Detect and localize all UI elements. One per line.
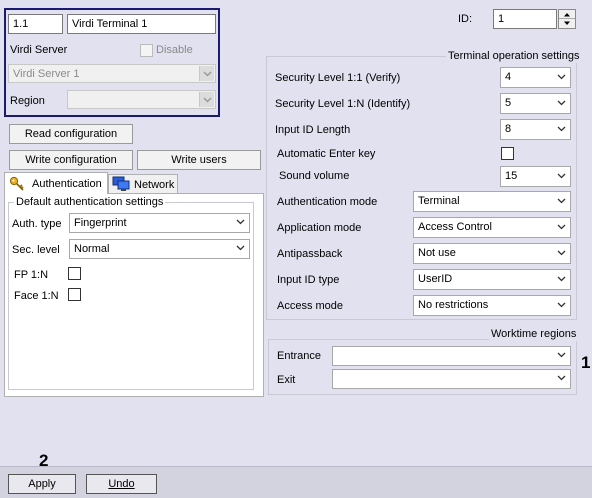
input-id-length-label: Input ID Length <box>275 124 351 136</box>
chevron-down-icon <box>236 217 245 226</box>
id-label: ID: <box>458 13 473 25</box>
application-mode-label: Application mode <box>277 222 362 234</box>
authentication-mode-value: Terminal <box>418 195 460 207</box>
antipassback-label: Antipassback <box>277 248 343 260</box>
sec-level-label: Sec. level <box>12 244 60 256</box>
terminal-name-field[interactable]: Virdi Terminal 1 <box>67 14 216 34</box>
authentication-mode-label: Authentication mode <box>277 196 378 208</box>
auth-type-value: Fingerprint <box>74 217 127 229</box>
face-1n-checkbox[interactable] <box>68 288 81 301</box>
server-label: Virdi Server <box>10 44 68 56</box>
sec-level-value: Normal <box>74 243 110 255</box>
id-spinner-buttons[interactable] <box>558 9 576 29</box>
apply-button[interactable]: Apply <box>8 474 76 494</box>
auth-type-label: Auth. type <box>12 218 62 230</box>
chevron-down-icon <box>557 98 566 107</box>
entrance-select[interactable] <box>332 346 571 366</box>
face-1n-label: Face 1:N <box>14 290 59 302</box>
access-mode-value: No restrictions <box>418 299 489 311</box>
sound-volume-label: Sound volume <box>279 170 350 182</box>
chevron-down-icon <box>557 248 566 257</box>
server-select-value: Virdi Server 1 <box>13 68 80 80</box>
chevron-down-icon <box>557 350 566 359</box>
input-id-length-value: 8 <box>505 123 512 135</box>
exit-select[interactable] <box>332 369 571 389</box>
application-mode-select[interactable]: Access Control <box>413 217 571 238</box>
application-mode-value: Access Control <box>418 221 492 233</box>
spin-down-icon[interactable] <box>559 19 575 28</box>
key-icon <box>9 176 25 195</box>
server-select[interactable]: Virdi Server 1 <box>8 64 216 83</box>
annotation-marker-1: 1 <box>581 353 591 372</box>
sound-volume-value: 15 <box>505 170 518 182</box>
write-users-button[interactable]: Write users <box>137 150 261 170</box>
sound-volume-select[interactable]: 15 <box>500 166 571 187</box>
sec-level-select[interactable]: Normal <box>69 239 250 259</box>
tab-authentication[interactable]: Authentication <box>4 172 108 194</box>
tab-authentication-label: Authentication <box>32 178 102 190</box>
tab-network-label: Network <box>134 179 175 191</box>
input-id-type-select[interactable]: UserID <box>413 269 571 290</box>
chevron-down-icon <box>557 124 566 133</box>
automatic-enter-key-label: Automatic Enter key <box>277 148 376 160</box>
chevron-down-icon <box>199 66 214 81</box>
fp-1n-label: FP 1:N <box>14 269 49 281</box>
automatic-enter-key-checkbox[interactable] <box>501 147 514 160</box>
security-level-verify-label: Security Level 1:1 (Verify) <box>275 72 401 84</box>
chevron-down-icon <box>199 92 214 107</box>
exit-label: Exit <box>277 374 296 386</box>
region-select[interactable] <box>67 90 216 109</box>
spin-up-icon[interactable] <box>559 10 575 19</box>
chevron-down-icon <box>557 72 566 81</box>
terminal-settings-title: Terminal operation settings <box>446 49 582 63</box>
authentication-mode-select[interactable]: Terminal <box>413 191 571 212</box>
chevron-down-icon <box>557 274 566 283</box>
disable-checkbox[interactable] <box>140 44 153 57</box>
read-configuration-button[interactable]: Read configuration <box>9 124 133 144</box>
input-id-type-label: Input ID type <box>277 274 340 286</box>
region-label: Region <box>10 95 45 107</box>
security-level-identify-select[interactable]: 5 <box>500 93 571 114</box>
chevron-down-icon <box>557 171 566 180</box>
input-id-length-select[interactable]: 8 <box>500 119 571 140</box>
chevron-down-icon <box>557 373 566 382</box>
access-mode-select[interactable]: No restrictions <box>413 295 571 316</box>
antipassback-value: Not use <box>418 247 456 259</box>
chevron-down-icon <box>236 243 245 252</box>
chevron-down-icon <box>557 300 566 309</box>
tab-network[interactable]: Network <box>108 174 178 194</box>
access-mode-label: Access mode <box>277 300 344 312</box>
security-level-verify-select[interactable]: 4 <box>500 67 571 88</box>
auth-type-select[interactable]: Fingerprint <box>69 213 250 233</box>
security-level-identify-label: Security Level 1:N (Identify) <box>275 98 411 110</box>
undo-button-label: Undo <box>108 478 135 490</box>
input-id-type-value: UserID <box>418 273 453 285</box>
fp-1n-checkbox[interactable] <box>68 267 81 280</box>
disable-label: Disable <box>156 44 193 56</box>
worktime-regions-title: Worktime regions <box>489 327 579 341</box>
chevron-down-icon <box>557 196 566 205</box>
write-configuration-button[interactable]: Write configuration <box>9 150 133 170</box>
id-spinner-field[interactable]: 1 <box>493 9 557 29</box>
auth-settings-title: Default authentication settings <box>14 195 166 209</box>
security-level-identify-value: 5 <box>505 97 512 109</box>
antipassback-select[interactable]: Not use <box>413 243 571 264</box>
entrance-label: Entrance <box>277 350 322 362</box>
terminal-id-field[interactable]: 1.1 <box>8 14 63 34</box>
security-level-verify-value: 4 <box>505 71 512 83</box>
chevron-down-icon <box>557 222 566 231</box>
undo-button[interactable]: Undo <box>86 474 157 494</box>
